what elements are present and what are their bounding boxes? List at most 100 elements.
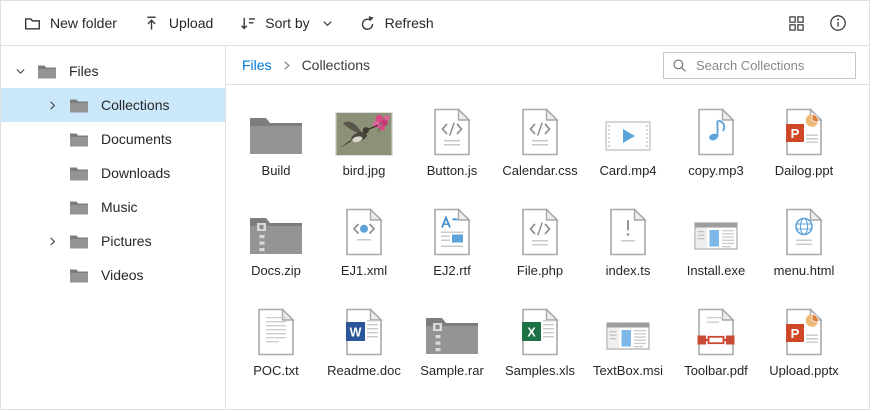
sidebar-item-label: Collections — [101, 97, 169, 113]
file-item[interactable]: Calendar.css — [496, 93, 584, 193]
powerpoint-icon: P — [784, 298, 824, 356]
file-item[interactable]: TextBox.msi — [584, 293, 672, 393]
folder-icon — [69, 268, 89, 283]
file-name: Button.js — [427, 163, 478, 178]
toolbar-left-group: New folder Upload Sort by Refresh — [11, 7, 447, 39]
file-name: index.ts — [606, 263, 651, 278]
file-item[interactable]: Sample.rar — [408, 293, 496, 393]
file-item[interactable]: menu.html — [760, 193, 848, 293]
upload-label: Upload — [169, 15, 213, 31]
file-name: Samples.xls — [505, 363, 575, 378]
details-button[interactable] — [823, 8, 853, 38]
file-item[interactable]: EJ2.rtf — [408, 193, 496, 293]
sidebar-item-label: Music — [101, 199, 138, 215]
file-item[interactable]: EJ1.xml — [320, 193, 408, 293]
file-name: bird.jpg — [343, 163, 386, 178]
sidebar-item-label: Files — [69, 63, 99, 79]
chevron-right-icon — [283, 60, 291, 71]
file-item[interactable]: POC.txt — [232, 293, 320, 393]
file-item[interactable]: Docs.zip — [232, 193, 320, 293]
file-name: Readme.doc — [327, 363, 401, 378]
sidebar-item-videos[interactable]: Videos — [1, 258, 225, 292]
file-name: Toolbar.pdf — [684, 363, 748, 378]
file-manager-body: Files Collections Documents Downloads Mu… — [1, 46, 869, 410]
sort-by-button[interactable]: Sort by — [226, 7, 345, 39]
files-grid: Build bird.jpg Button.js Calendar.css Ca… — [226, 85, 869, 393]
file-item[interactable]: P Upload.pptx — [760, 293, 848, 393]
search-input[interactable] — [694, 57, 847, 74]
file-item[interactable]: copy.mp3 — [672, 93, 760, 193]
file-item[interactable]: Card.mp4 — [584, 93, 672, 193]
file-item[interactable]: index.ts — [584, 193, 672, 293]
toolbar-right-group — [781, 8, 853, 38]
html-globe-icon — [784, 198, 824, 256]
zip-folder-icon — [424, 298, 480, 356]
file-manager: New folder Upload Sort by Refresh — [0, 0, 870, 410]
file-name: TextBox.msi — [593, 363, 663, 378]
code-icon — [520, 98, 560, 156]
content-panel: Files Collections Build — [226, 46, 869, 410]
sidebar-item-files[interactable]: Files — [1, 54, 225, 88]
svg-text:P: P — [791, 126, 800, 141]
file-name: POC.txt — [253, 363, 299, 378]
installer-window-icon — [604, 298, 652, 356]
file-item[interactable]: Install.exe — [672, 193, 760, 293]
xml-icon — [344, 198, 384, 256]
excel-icon: X — [520, 298, 560, 356]
file-name: Docs.zip — [251, 263, 301, 278]
sidebar-item-label: Videos — [101, 267, 144, 283]
text-lines-icon — [256, 298, 296, 356]
file-item[interactable]: File.php — [496, 193, 584, 293]
image-bird-icon — [335, 98, 393, 156]
view-toggle-button[interactable] — [781, 8, 811, 38]
sidebar-item-collections[interactable]: Collections — [1, 88, 225, 122]
chevron-right-icon[interactable] — [47, 100, 59, 111]
chevron-down-icon[interactable] — [15, 66, 27, 77]
folder-icon — [69, 132, 89, 147]
sidebar-item-downloads[interactable]: Downloads — [1, 156, 225, 190]
file-item[interactable]: PDailog.ppt — [760, 93, 848, 193]
sidebar-item-pictures[interactable]: Pictures — [1, 224, 225, 258]
breadcrumb-root[interactable]: Files — [242, 57, 272, 73]
file-name: menu.html — [774, 263, 835, 278]
file-item[interactable]: Toolbar.pdf — [672, 293, 760, 393]
video-icon — [604, 98, 652, 156]
pdf-icon — [696, 298, 736, 356]
file-name: Build — [262, 163, 291, 178]
file-name: Sample.rar — [420, 363, 484, 378]
svg-text:W: W — [350, 326, 362, 340]
sidebar-item-label: Pictures — [101, 233, 152, 249]
refresh-label: Refresh — [385, 15, 434, 31]
file-name: EJ1.xml — [341, 263, 387, 278]
upload-button[interactable]: Upload — [130, 7, 226, 39]
file-item[interactable]: X Samples.xls — [496, 293, 584, 393]
file-item[interactable]: bird.jpg — [320, 93, 408, 193]
audio-icon — [696, 98, 736, 156]
file-item[interactable]: Build — [232, 93, 320, 193]
file-item[interactable]: W Readme.doc — [320, 293, 408, 393]
sort-by-label: Sort by — [265, 15, 309, 31]
sidebar-item-documents[interactable]: Documents — [1, 122, 225, 156]
file-name: Calendar.css — [502, 163, 577, 178]
refresh-button[interactable]: Refresh — [346, 7, 447, 39]
file-name: copy.mp3 — [688, 163, 743, 178]
file-name: Card.mp4 — [599, 163, 656, 178]
folder-icon — [69, 200, 89, 215]
code-icon — [432, 98, 472, 156]
grid-view-icon — [788, 15, 805, 32]
breadcrumb: Files Collections — [242, 57, 370, 73]
new-folder-button[interactable]: New folder — [11, 7, 130, 39]
svg-text:X: X — [527, 326, 536, 340]
file-name: Upload.pptx — [769, 363, 838, 378]
chevron-right-icon[interactable] — [47, 236, 59, 247]
zip-folder-icon — [248, 198, 304, 256]
powerpoint-icon: P — [784, 98, 824, 156]
chevron-down-icon — [322, 18, 333, 29]
search-icon — [672, 58, 687, 73]
richtext-icon — [432, 198, 472, 256]
folder-icon — [69, 98, 89, 113]
new-folder-label: New folder — [50, 15, 117, 31]
file-item[interactable]: Button.js — [408, 93, 496, 193]
refresh-icon — [359, 15, 376, 32]
sidebar-item-music[interactable]: Music — [1, 190, 225, 224]
